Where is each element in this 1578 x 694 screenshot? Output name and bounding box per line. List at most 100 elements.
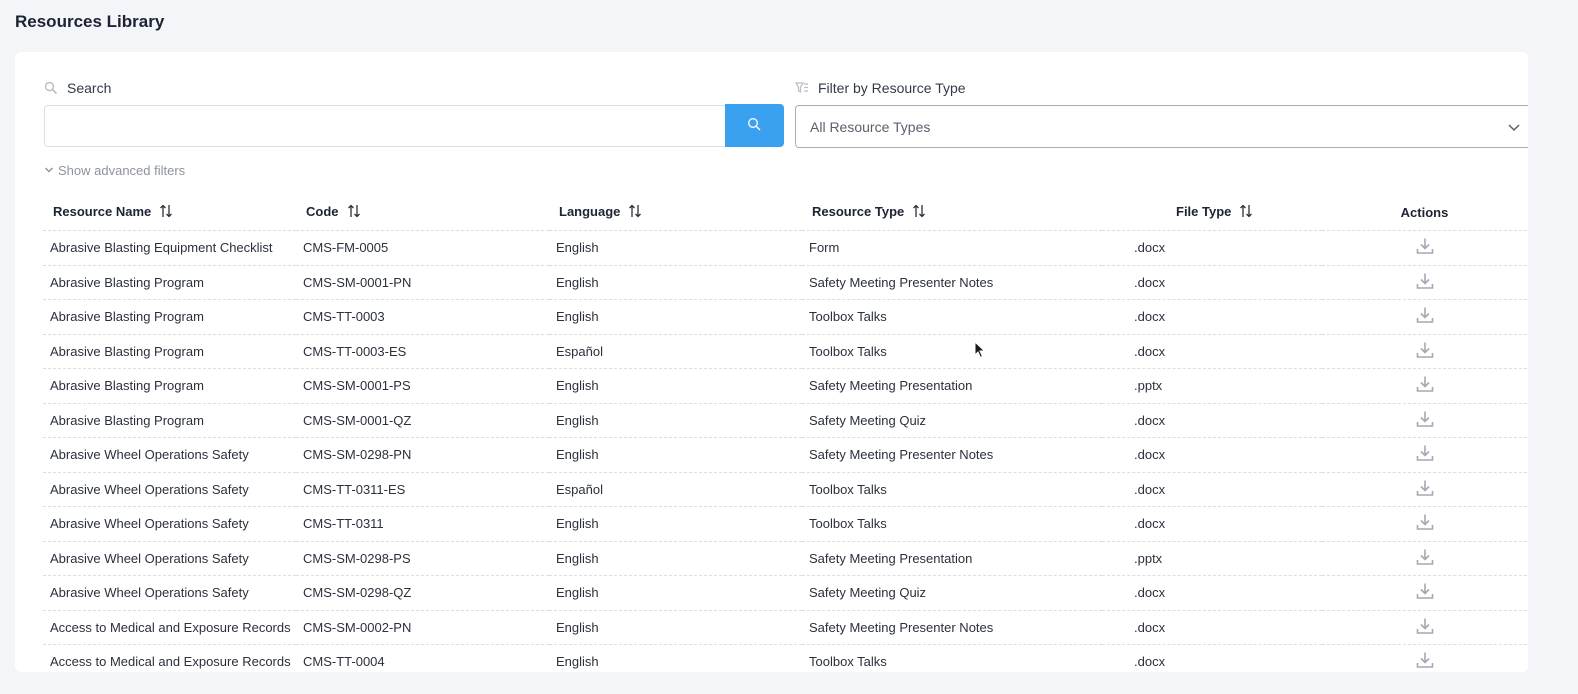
language-cell: English bbox=[549, 230, 802, 266]
sort-icon[interactable] bbox=[628, 204, 642, 221]
download-icon[interactable] bbox=[1416, 375, 1434, 396]
column-header-actions: Actions bbox=[1322, 195, 1527, 231]
language-cell: Español bbox=[549, 334, 802, 369]
show-advanced-filters-label: Show advanced filters bbox=[58, 163, 186, 178]
table-row[interactable]: Abrasive Wheel Operations Safety CMS-TT-0… bbox=[43, 472, 1527, 507]
actions-cell bbox=[1322, 506, 1527, 542]
code-cell: CMS-TT-0004 bbox=[296, 644, 549, 672]
code-cell: CMS-SM-0298-QZ bbox=[296, 575, 549, 611]
table-row[interactable]: Abrasive Blasting Program CMS-SM-0001-PN E… bbox=[43, 265, 1527, 300]
sort-icon[interactable] bbox=[912, 204, 926, 221]
resource-type-select[interactable]: All Resource Types bbox=[795, 105, 1528, 148]
search-button[interactable] bbox=[725, 104, 784, 147]
download-icon[interactable] bbox=[1416, 341, 1434, 362]
language-cell: English bbox=[549, 610, 802, 645]
actions-cell bbox=[1322, 265, 1527, 300]
show-advanced-filters[interactable]: Show advanced filters bbox=[44, 163, 185, 178]
resource-type-cell: Safety Meeting Quiz bbox=[802, 575, 1102, 611]
code-cell: CMS-SM-0001-PN bbox=[296, 265, 549, 300]
sort-icon[interactable] bbox=[347, 204, 361, 221]
file-type-cell: .docx bbox=[1102, 610, 1322, 645]
download-icon[interactable] bbox=[1416, 513, 1434, 534]
actions-cell bbox=[1322, 541, 1527, 576]
resource-type-cell: Safety Meeting Presentation bbox=[802, 541, 1102, 576]
language-cell: English bbox=[549, 541, 802, 576]
language-cell: English bbox=[549, 265, 802, 300]
language-cell: English bbox=[549, 506, 802, 542]
download-icon[interactable] bbox=[1416, 444, 1434, 465]
code-cell: CMS-TT-0003-ES bbox=[296, 334, 549, 369]
resources-card: Search Filter by Resource Type All Resou… bbox=[15, 52, 1528, 672]
sort-icon[interactable] bbox=[159, 204, 173, 221]
resource-name-cell: Abrasive Blasting Program bbox=[43, 265, 296, 300]
language-cell: Español bbox=[549, 472, 802, 507]
download-icon[interactable] bbox=[1416, 617, 1434, 638]
resource-type-selected: All Resource Types bbox=[810, 118, 931, 135]
filter-label: Filter by Resource Type bbox=[794, 80, 966, 96]
search-bar bbox=[44, 104, 784, 147]
search-input[interactable] bbox=[44, 105, 725, 147]
table-row[interactable]: Abrasive Blasting Program CMS-SM-0001-QZ E… bbox=[43, 403, 1527, 438]
file-type-cell: .docx bbox=[1102, 644, 1322, 672]
actions-cell bbox=[1322, 644, 1527, 672]
file-type-cell: .docx bbox=[1102, 506, 1322, 542]
table-row[interactable]: Abrasive Blasting Program CMS-TT-0003-ES E… bbox=[43, 334, 1527, 369]
download-icon[interactable] bbox=[1416, 651, 1434, 672]
page-title: Resources Library bbox=[15, 12, 165, 31]
actions-cell bbox=[1322, 230, 1527, 266]
file-type-cell: .docx bbox=[1102, 403, 1322, 438]
download-icon[interactable] bbox=[1416, 237, 1434, 258]
table-row[interactable]: Abrasive Blasting Equipment Checklist CMS… bbox=[43, 230, 1527, 266]
code-cell: CMS-TT-0311-ES bbox=[296, 472, 549, 507]
file-type-cell: .docx bbox=[1102, 575, 1322, 611]
resource-type-cell: Toolbox Talks bbox=[802, 334, 1102, 369]
column-header-code[interactable]: Code bbox=[296, 195, 549, 231]
actions-cell bbox=[1322, 610, 1527, 645]
download-icon[interactable] bbox=[1416, 582, 1434, 603]
filter-icon bbox=[794, 81, 809, 95]
table-row[interactable]: Abrasive Wheel Operations Safety CMS-SM-0… bbox=[43, 437, 1527, 473]
download-icon[interactable] bbox=[1416, 479, 1434, 500]
resources-table: Resource Name Code Language Resource Typ… bbox=[43, 195, 1527, 672]
download-icon[interactable] bbox=[1416, 548, 1434, 569]
resource-name-cell: Abrasive Wheel Operations Safety bbox=[43, 575, 296, 611]
chevron-down-icon bbox=[1507, 119, 1521, 135]
download-icon[interactable] bbox=[1416, 410, 1434, 431]
resource-name-cell: Access to Medical and Exposure Records bbox=[43, 644, 296, 672]
resource-type-cell: Safety Meeting Quiz bbox=[802, 403, 1102, 438]
table-row[interactable]: Abrasive Wheel Operations Safety CMS-SM-0… bbox=[43, 541, 1527, 576]
table-row[interactable]: Abrasive Blasting Program CMS-TT-0003 Engl… bbox=[43, 299, 1527, 335]
table-row[interactable]: Abrasive Wheel Operations Safety CMS-TT-0… bbox=[43, 506, 1527, 542]
table-row[interactable]: Access to Medical and Exposure Records CM… bbox=[43, 610, 1527, 645]
table-row[interactable]: Abrasive Blasting Program CMS-SM-0001-PS E… bbox=[43, 368, 1527, 404]
table-row[interactable]: Abrasive Wheel Operations Safety CMS-SM-0… bbox=[43, 575, 1527, 611]
column-header-resource-type[interactable]: Resource Type bbox=[802, 195, 1102, 231]
resource-name-cell: Abrasive Blasting Program bbox=[43, 334, 296, 369]
download-icon[interactable] bbox=[1416, 272, 1434, 293]
resource-name-cell: Abrasive Blasting Program bbox=[43, 299, 296, 335]
column-header-resource-name[interactable]: Resource Name bbox=[43, 195, 296, 231]
file-type-cell: .docx bbox=[1102, 472, 1322, 507]
file-type-cell: .docx bbox=[1102, 230, 1322, 266]
table-row[interactable]: Access to Medical and Exposure Records CM… bbox=[43, 644, 1527, 672]
code-cell: CMS-SM-0298-PS bbox=[296, 541, 549, 576]
actions-cell bbox=[1322, 334, 1527, 369]
resource-type-cell: Form bbox=[802, 230, 1102, 266]
language-cell: English bbox=[549, 644, 802, 672]
resource-type-cell: Toolbox Talks bbox=[802, 299, 1102, 335]
column-header-language[interactable]: Language bbox=[549, 195, 802, 231]
code-cell: CMS-SM-0002-PN bbox=[296, 610, 549, 645]
filter-label-text: Filter by Resource Type bbox=[818, 80, 966, 96]
file-type-cell: .pptx bbox=[1102, 368, 1322, 404]
language-cell: English bbox=[549, 403, 802, 438]
file-type-cell: .docx bbox=[1102, 334, 1322, 369]
sort-icon[interactable] bbox=[1239, 204, 1253, 221]
resource-name-cell: Abrasive Blasting Equipment Checklist bbox=[43, 230, 296, 266]
file-type-cell: .docx bbox=[1102, 299, 1322, 335]
code-cell: CMS-TT-0003 bbox=[296, 299, 549, 335]
resource-type-cell: Safety Meeting Presentation bbox=[802, 368, 1102, 404]
column-header-file-type[interactable]: File Type bbox=[1102, 195, 1322, 231]
download-icon[interactable] bbox=[1416, 306, 1434, 327]
actions-cell bbox=[1322, 472, 1527, 507]
resource-name-cell: Abrasive Wheel Operations Safety bbox=[43, 541, 296, 576]
